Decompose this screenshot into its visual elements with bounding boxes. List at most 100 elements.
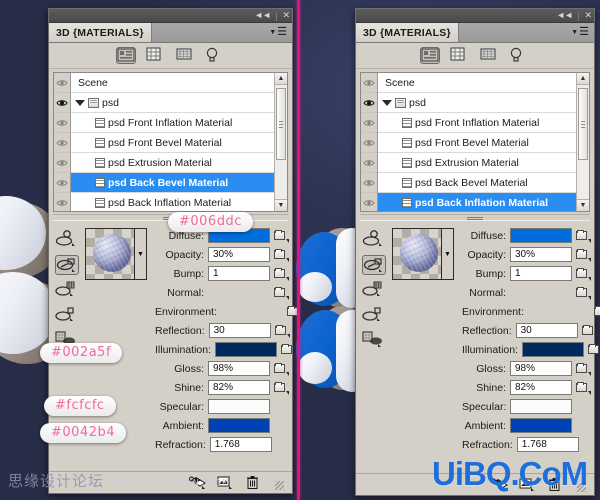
texture-menu-icon[interactable] [593, 305, 600, 318]
material-mode-toolbar[interactable] [356, 43, 594, 69]
visibility-toggle[interactable] [54, 73, 70, 93]
property-value-input[interactable]: 1.768 [516, 437, 579, 452]
materials-panel-right[interactable]: ◄◄ | ✕ 3D {MATERIALS} ▼ ☰ Scene psd psd … [355, 8, 600, 496]
scroll-thumb[interactable] [578, 88, 588, 160]
panel-tabstrip[interactable]: 3D {MATERIALS} ▼ ☰ [356, 23, 594, 43]
panel-menu-icon[interactable]: ▼ ☰ [571, 23, 594, 42]
visibility-toggle[interactable] [54, 113, 70, 133]
visibility-toggle[interactable] [361, 153, 377, 173]
tree-row-material[interactable]: psd Front Inflation Material [378, 113, 576, 133]
panel-splitter[interactable] [360, 214, 590, 221]
slide-material-tool[interactable] [55, 280, 79, 300]
material-preview[interactable]: ▼ [392, 228, 454, 280]
texture-menu-icon[interactable] [274, 248, 289, 262]
visibility-column[interactable] [54, 73, 71, 211]
visibility-toggle[interactable] [54, 133, 70, 153]
visibility-toggle[interactable] [54, 193, 70, 211]
tab-3d-materials[interactable]: 3D {MATERIALS} [356, 23, 459, 42]
drag-material-tool[interactable] [362, 255, 386, 275]
texture-menu-icon[interactable] [274, 362, 289, 376]
material-preview-image[interactable] [86, 229, 134, 279]
scene-tree-rows[interactable]: Scene psd psd Front Inflation Material p… [378, 73, 576, 211]
tree-row-material[interactable]: psd Back Bevel Material [378, 173, 576, 193]
property-color-swatch[interactable] [215, 342, 278, 357]
property-color-swatch[interactable] [208, 418, 270, 433]
visibility-toggle[interactable] [361, 133, 377, 153]
scale-material-tool[interactable] [362, 305, 386, 325]
panel-tabstrip[interactable]: 3D {MATERIALS} ▼ ☰ [49, 23, 292, 43]
property-color-swatch[interactable] [522, 342, 585, 357]
tree-row-material[interactable]: psd Front Bevel Material [378, 133, 576, 153]
texture-menu-icon[interactable] [274, 286, 289, 300]
tree-scrollbar[interactable]: ▲ ▼ [274, 73, 287, 211]
scroll-track[interactable] [275, 85, 287, 199]
chevron-down-icon[interactable] [382, 99, 392, 106]
texture-menu-icon[interactable] [576, 381, 591, 395]
tree-row-material[interactable]: psd Front Bevel Material [71, 133, 274, 153]
property-value-input[interactable]: 98% [510, 361, 572, 376]
visibility-toggle[interactable] [361, 113, 377, 133]
lights-button[interactable] [206, 47, 226, 64]
texture-menu-icon[interactable] [576, 362, 591, 376]
property-color-swatch[interactable] [208, 399, 270, 414]
scene-button[interactable] [115, 47, 136, 64]
visibility-toggle[interactable] [361, 93, 377, 113]
tree-row-scene[interactable]: Scene [71, 73, 274, 93]
mesh-button[interactable] [450, 47, 470, 64]
texture-menu-icon[interactable] [576, 248, 591, 262]
property-value-input[interactable]: 30 [208, 323, 271, 338]
rotate-material-tool[interactable] [55, 230, 79, 250]
close-icon[interactable]: ✕ [282, 11, 289, 20]
visibility-toggle[interactable] [361, 173, 377, 193]
close-icon[interactable]: ✕ [584, 11, 591, 20]
material-preview-image[interactable] [393, 229, 441, 279]
tree-row-material[interactable]: psd Extrusion Material [71, 153, 274, 173]
texture-menu-icon[interactable] [274, 267, 289, 281]
swatch-dropdown-arrow-icon[interactable]: ▼ [134, 229, 146, 279]
chevron-down-icon[interactable] [75, 99, 85, 106]
materials-grid-button[interactable] [176, 47, 196, 64]
visibility-toggle[interactable] [361, 193, 377, 211]
visibility-toggle[interactable] [54, 173, 70, 193]
visibility-toggle[interactable] [361, 73, 377, 93]
material-mode-toolbar[interactable] [49, 43, 292, 69]
material-preview[interactable]: ▼ [85, 228, 147, 280]
texture-menu-icon[interactable] [274, 324, 290, 338]
texture-menu-icon[interactable] [581, 324, 597, 338]
swatch-dropdown-arrow-icon[interactable]: ▼ [441, 229, 453, 279]
property-color-swatch[interactable] [510, 418, 572, 433]
property-value-input[interactable]: 98% [208, 361, 270, 376]
texture-menu-icon[interactable] [274, 381, 289, 395]
materials-panel-left[interactable]: ◄◄ | ✕ 3D {MATERIALS} ▼ ☰ Scene psd psd … [48, 8, 302, 494]
property-color-swatch[interactable] [510, 399, 573, 414]
tree-row-material[interactable]: psd Front Inflation Material [71, 113, 274, 133]
material-tool-column[interactable] [360, 226, 388, 473]
collapse-to-icons-icon[interactable]: ◄◄ [254, 11, 271, 20]
tree-row-psd[interactable]: psd [378, 93, 576, 113]
tree-scrollbar[interactable]: ▲ ▼ [576, 73, 589, 211]
visibility-toggle[interactable] [54, 93, 70, 113]
property-value-input[interactable]: 82% [510, 380, 572, 395]
property-value-input[interactable]: 30 [515, 323, 578, 338]
texture-menu-icon[interactable] [576, 267, 591, 281]
mesh-button[interactable] [146, 47, 166, 64]
scale-material-tool[interactable] [55, 305, 79, 325]
tree-row-material-selected[interactable]: psd Back Bevel Material [71, 173, 274, 193]
texture-menu-icon[interactable] [576, 229, 591, 243]
scene-tree-left[interactable]: Scene psd psd Front Inflation Material p… [53, 72, 288, 212]
scroll-up-arrow-icon[interactable]: ▲ [577, 73, 589, 85]
texture-menu-icon[interactable] [588, 343, 600, 356]
property-value-input[interactable]: 1 [510, 266, 572, 281]
panel-menu-icon[interactable]: ▼ ☰ [269, 23, 292, 42]
materials-grid-button[interactable] [480, 47, 500, 64]
scroll-down-arrow-icon[interactable]: ▼ [577, 199, 589, 211]
collapse-to-icons-icon[interactable]: ◄◄ [556, 11, 573, 20]
lights-button[interactable] [510, 47, 530, 64]
slide-material-tool[interactable] [362, 280, 386, 300]
scroll-down-arrow-icon[interactable]: ▼ [275, 199, 287, 211]
property-value-input[interactable]: 1.768 [209, 437, 272, 452]
scene-tree-rows[interactable]: Scene psd psd Front Inflation Material p… [71, 73, 274, 211]
visibility-column[interactable] [361, 73, 378, 211]
texture-menu-icon[interactable] [281, 343, 297, 357]
property-value-input[interactable]: 30% [510, 247, 572, 262]
